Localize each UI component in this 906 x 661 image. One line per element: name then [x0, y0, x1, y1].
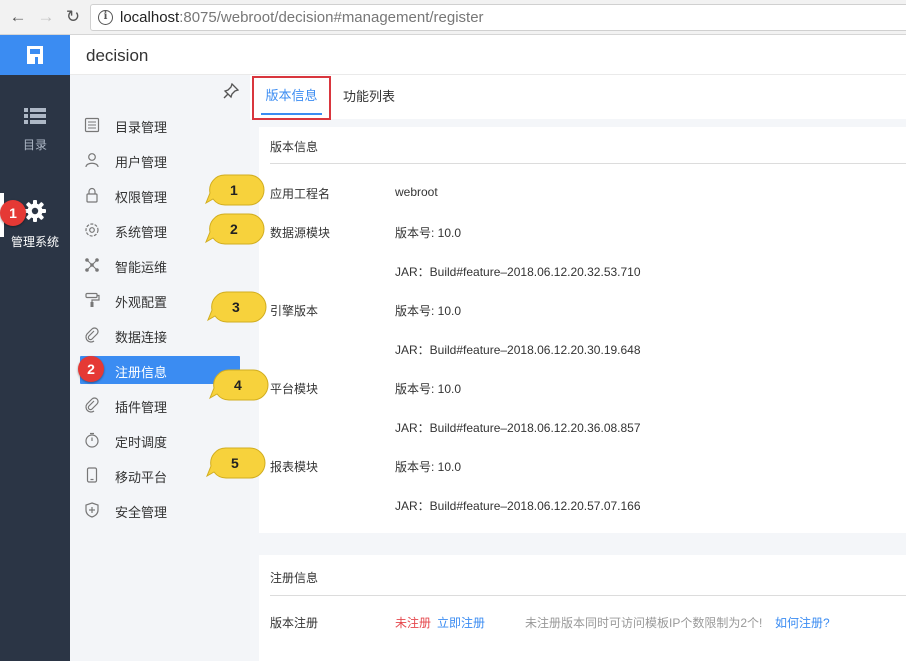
menu-item-label: 目录管理: [115, 120, 168, 135]
row-value: 版本号: 10.0: [395, 382, 462, 396]
sidebar-item-directory[interactable]: 目录: [0, 136, 70, 153]
row-value: JAR：Build#feature–2018.06.12.20.32.53.71…: [395, 265, 641, 279]
menu-item-directory-management[interactable]: 目录管理: [80, 111, 240, 139]
mobile-icon: [86, 467, 98, 483]
row-label: 平台模块: [270, 382, 319, 396]
logo[interactable]: [0, 35, 70, 75]
lock-icon: [86, 187, 98, 203]
row-value: 版本号: 10.0: [395, 226, 462, 240]
menu-item-smart-ops[interactable]: 智能运维: [80, 251, 240, 279]
annotation-callout: 3: [207, 291, 267, 323]
network-icon: [85, 258, 99, 272]
annotation-number: 4: [234, 377, 242, 393]
menu-item-user-management[interactable]: 用户管理: [80, 146, 240, 174]
menu-item-label: 权限管理: [115, 190, 168, 205]
link-icon: [85, 327, 99, 343]
directory-icon: [84, 117, 100, 133]
address-bar[interactable]: i localhost:8075/webroot/decision#manage…: [90, 4, 906, 31]
gear-icon: [24, 200, 46, 222]
list-icon[interactable]: [24, 107, 46, 125]
user-icon: [85, 153, 99, 168]
menu-item-label: 数据连接: [115, 330, 168, 345]
annotation-number: 5: [231, 455, 239, 471]
primary-sidebar: 目录 管理系统: [0, 35, 70, 661]
menu-item-label: 注册信息: [115, 365, 168, 380]
row-label: 数据源模块: [270, 226, 331, 240]
info-icon[interactable]: i: [98, 10, 113, 25]
app-header: decision: [70, 35, 906, 75]
menu-item-label: 插件管理: [115, 400, 168, 415]
tab-bar: 版本信息 功能列表: [250, 75, 906, 120]
row-value: JAR：Build#feature–2018.06.12.20.57.07.16…: [395, 499, 641, 513]
tab-version-info[interactable]: 版本信息: [252, 76, 331, 120]
shield-icon: [85, 502, 99, 518]
menu-item-label: 系统管理: [115, 225, 168, 240]
row-label: 引擎版本: [270, 304, 319, 318]
tab-feature-list[interactable]: 功能列表: [343, 75, 395, 119]
forward-arrow-icon[interactable]: →: [36, 7, 56, 27]
timer-icon: [85, 432, 99, 448]
annotation-badge: 2: [78, 356, 104, 382]
row-value: 版本号: 10.0: [395, 304, 462, 318]
version-info-card: 版本信息 应用工程名 webroot 数据源模块 版本号: 10.0 JAR：B…: [259, 127, 906, 533]
annotation-number: 1: [230, 182, 238, 198]
menu-item-label: 智能运维: [115, 260, 168, 275]
card-title: 注册信息: [270, 571, 319, 585]
main-content: 版本信息 功能列表 版本信息 应用工程名 webroot 数据源模块 版本号: …: [250, 75, 906, 661]
menu-item-security-management[interactable]: 安全管理: [80, 496, 240, 524]
annotation-callout: 5: [206, 447, 266, 479]
plugin-icon: [85, 397, 99, 413]
how-to-register-link[interactable]: 如何注册?: [775, 614, 830, 631]
card-title: 版本信息: [270, 140, 319, 154]
row-label: 报表模块: [270, 460, 319, 474]
app-title: decision: [86, 46, 149, 65]
annotation-callout: 2: [205, 213, 265, 245]
menu-item-label: 外观配置: [115, 295, 168, 310]
annotation-badge: 1: [0, 200, 26, 226]
divider: [270, 163, 906, 164]
row-value: JAR：Build#feature–2018.06.12.20.36.08.85…: [395, 421, 641, 435]
annotation-number: 2: [230, 221, 238, 237]
menu-item-label: 用户管理: [115, 155, 168, 170]
pin-icon[interactable]: [223, 83, 239, 99]
back-arrow-icon[interactable]: ←: [8, 7, 28, 27]
annotation-number: 3: [232, 299, 240, 315]
paint-roller-icon: [85, 292, 100, 307]
reload-icon[interactable]: ↻: [63, 7, 83, 27]
annotation-callout: 4: [209, 369, 269, 401]
row-label: 应用工程名: [270, 187, 331, 201]
row-value: webroot: [395, 185, 438, 199]
annotation-callout: 1: [205, 174, 265, 206]
menu-item-data-connection[interactable]: 数据连接: [80, 321, 240, 349]
url-text: localhost:8075/webroot/decision#manageme…: [120, 9, 484, 26]
settings-icon: [85, 223, 99, 237]
register-now-link[interactable]: 立即注册: [437, 614, 485, 631]
tab-label: 版本信息: [265, 88, 318, 103]
browser-toolbar: ← → ↻ i localhost:8075/webroot/decision#…: [0, 0, 906, 35]
registration-note: 未注册版本同时可访问模板IP个数限制为2个!: [525, 616, 763, 630]
divider: [270, 595, 906, 596]
row-value: 版本号: 10.0: [395, 460, 462, 474]
registration-status: 未注册: [395, 616, 432, 630]
registration-info-card: 注册信息 版本注册 未注册 立即注册 未注册版本同时可访问模板IP个数限制为2个…: [259, 555, 906, 661]
logo-icon: [27, 46, 43, 64]
menu-item-label: 定时调度: [115, 435, 168, 450]
menu-item-label: 安全管理: [115, 505, 168, 520]
row-label: 版本注册: [270, 616, 319, 630]
tab-active-underline: [261, 113, 322, 115]
row-value: JAR：Build#feature–2018.06.12.20.30.19.64…: [395, 343, 641, 357]
menu-item-label: 移动平台: [115, 470, 168, 485]
